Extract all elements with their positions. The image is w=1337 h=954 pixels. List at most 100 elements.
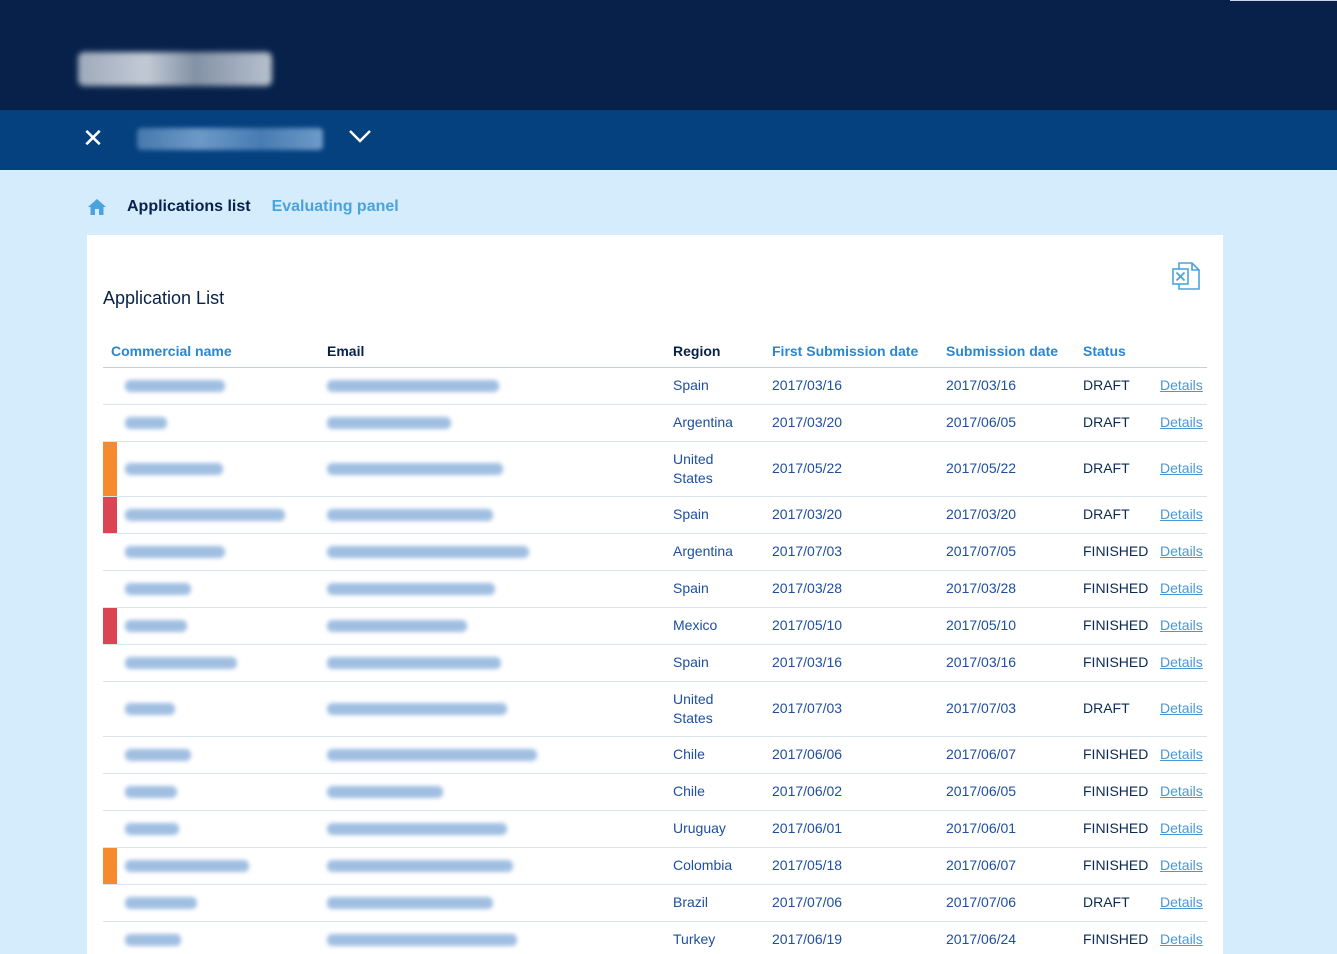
cell-region: Chile: [673, 773, 772, 811]
table-row: Chile 2017/06/02 2017/06/05 FINISHED Details: [103, 773, 1207, 811]
row-priority-marker: [103, 810, 117, 848]
redacted-email: [327, 703, 507, 716]
panel-title: Application List: [103, 288, 225, 308]
cell-region: United States: [673, 681, 772, 737]
cell-submission-date: 2017/05/10: [946, 607, 1083, 645]
cell-commercial-name: [117, 773, 327, 811]
cell-region: Brazil: [673, 884, 772, 922]
cell-first-submission-date: 2017/03/20: [772, 404, 946, 442]
cell-first-submission-date: 2017/07/03: [772, 533, 946, 571]
cell-status: FINISHED: [1083, 533, 1160, 571]
table-row: United States 2017/07/03 2017/07/03 DRAFT De…: [103, 681, 1207, 737]
cell-status: FINISHED: [1083, 773, 1160, 811]
header-actions: [1160, 334, 1207, 368]
table-row: Turkey 2017/06/19 2017/06/24 FINISHED Detail…: [103, 921, 1207, 954]
details-link[interactable]: Details: [1160, 377, 1203, 393]
cell-commercial-name: [117, 921, 327, 954]
row-priority-marker: [103, 921, 117, 954]
header-region: Region: [673, 334, 772, 368]
details-link[interactable]: Details: [1160, 857, 1203, 873]
cell-first-submission-date: 2017/03/28: [772, 570, 946, 608]
project-name-selector[interactable]: [137, 128, 323, 150]
redacted-email: [327, 620, 467, 633]
details-link[interactable]: Details: [1160, 543, 1203, 559]
row-priority-marker: [103, 404, 117, 442]
cell-first-submission-date: 2017/03/20: [772, 496, 946, 534]
cell-email: [327, 644, 673, 682]
cell-status: FINISHED: [1083, 607, 1160, 645]
details-link[interactable]: Details: [1160, 746, 1203, 762]
chevron-down-icon[interactable]: [347, 124, 373, 148]
cell-submission-date: 2017/06/01: [946, 810, 1083, 848]
applications-table: Commercial name Email Region First Submi…: [103, 334, 1207, 954]
details-link[interactable]: Details: [1160, 654, 1203, 670]
header-first-submission-date[interactable]: First Submission date: [772, 334, 946, 368]
details-link[interactable]: Details: [1160, 894, 1203, 910]
excel-export-icon[interactable]: [1171, 261, 1201, 291]
cell-email: [327, 404, 673, 442]
cell-email: [327, 773, 673, 811]
details-link[interactable]: Details: [1160, 783, 1203, 799]
cell-first-submission-date: 2017/05/22: [772, 441, 946, 497]
redacted-name: [125, 823, 179, 836]
cell-email: [327, 496, 673, 534]
breadcrumb: Applications list Evaluating panel: [87, 193, 399, 221]
cell-actions: Details: [1160, 367, 1207, 405]
redacted-name: [125, 546, 225, 559]
home-icon[interactable]: [87, 197, 107, 217]
details-link[interactable]: Details: [1160, 414, 1203, 430]
redacted-email: [327, 546, 529, 559]
breadcrumb-evaluating-panel[interactable]: Evaluating panel: [272, 198, 399, 216]
cell-commercial-name: [117, 441, 327, 497]
row-priority-marker: [103, 884, 117, 922]
table-row: Spain 2017/03/20 2017/03/20 DRAFT Details: [103, 496, 1207, 534]
cell-region: Uruguay: [673, 810, 772, 848]
table-row: Spain 2017/03/28 2017/03/28 FINISHED Details: [103, 570, 1207, 608]
cell-status: FINISHED: [1083, 847, 1160, 885]
row-priority-marker: [103, 367, 117, 405]
redacted-name: [125, 380, 225, 393]
redacted-name: [125, 583, 191, 596]
cell-first-submission-date: 2017/05/18: [772, 847, 946, 885]
redacted-email: [327, 380, 499, 393]
header-commercial-name[interactable]: Commercial name: [111, 334, 321, 368]
cell-region: Spain: [673, 496, 772, 534]
cell-email: [327, 810, 673, 848]
brand-logo: [78, 52, 272, 86]
details-link[interactable]: Details: [1160, 460, 1203, 476]
table-row: Spain 2017/03/16 2017/03/16 DRAFT Details: [103, 367, 1207, 405]
cell-region: Mexico: [673, 607, 772, 645]
cell-email: [327, 570, 673, 608]
details-link[interactable]: Details: [1160, 700, 1203, 716]
cell-region: Colombia: [673, 847, 772, 885]
cell-first-submission-date: 2017/03/16: [772, 644, 946, 682]
details-link[interactable]: Details: [1160, 580, 1203, 596]
breadcrumb-applications-list: Applications list: [127, 198, 251, 215]
redacted-name: [125, 786, 177, 799]
header-submission-date[interactable]: Submission date: [946, 334, 1083, 368]
cell-submission-date: 2017/06/05: [946, 404, 1083, 442]
cell-status: DRAFT: [1083, 404, 1160, 442]
cell-email: [327, 607, 673, 645]
details-link[interactable]: Details: [1160, 617, 1203, 633]
cell-status: DRAFT: [1083, 496, 1160, 534]
details-link[interactable]: Details: [1160, 820, 1203, 836]
cell-submission-date: 2017/07/05: [946, 533, 1083, 571]
row-priority-marker: [103, 681, 117, 737]
redacted-email: [327, 583, 495, 596]
details-link[interactable]: Details: [1160, 506, 1203, 522]
header-status[interactable]: Status: [1083, 334, 1160, 368]
cell-first-submission-date: 2017/06/06: [772, 736, 946, 774]
close-icon[interactable]: ✕: [82, 126, 104, 152]
redacted-email: [327, 786, 443, 799]
cell-first-submission-date: 2017/06/01: [772, 810, 946, 848]
details-link[interactable]: Details: [1160, 931, 1203, 947]
row-priority-marker: [103, 607, 117, 645]
cell-first-submission-date: 2017/05/10: [772, 607, 946, 645]
cell-status: DRAFT: [1083, 884, 1160, 922]
cell-actions: Details: [1160, 441, 1207, 497]
cell-first-submission-date: 2017/06/19: [772, 921, 946, 954]
cell-email: [327, 367, 673, 405]
row-priority-marker: [103, 736, 117, 774]
cell-commercial-name: [117, 810, 327, 848]
